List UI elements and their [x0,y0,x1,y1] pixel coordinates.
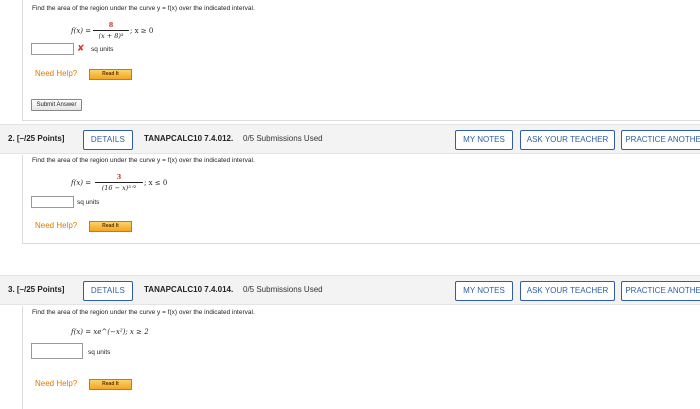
question-3-points: 3. [–/25 Points] [8,285,65,294]
q1-denominator: (x + 8)³ [98,32,124,40]
question-2-my-notes-button[interactable]: MY NOTES [455,130,513,150]
question-3-prompt: Find the area of the region under the cu… [32,309,255,316]
question-3-ask-teacher-button[interactable]: ASK YOUR TEACHER [520,281,615,301]
question-2-points: 2. [–/25 Points] [8,134,65,143]
question-3-card [22,306,700,409]
q1-units: sq units [91,46,114,53]
q3-need-help: Need Help? [35,379,78,388]
submit-answer-button[interactable]: Submit Answer [31,99,82,111]
q1-answer-input[interactable] [31,43,74,55]
question-1-prompt: Find the area of the region under the cu… [32,5,255,12]
q3-read-it-button[interactable]: Read It [89,379,132,390]
q2-denominator: (16 − x)³ᐟ² [101,184,137,192]
incorrect-x-icon: ✘ [77,43,85,53]
q2-read-it-button[interactable]: Read It [89,221,132,232]
q2-function-lhs: f(x) = [71,179,92,187]
question-3-practice-another-button[interactable]: PRACTICE ANOTHER [621,281,700,301]
q1-function-lhs: f(x) = [71,27,92,35]
question-2-details-button[interactable]: DETAILS [83,130,133,150]
q1-condition: ; x ≥ 0 [130,27,154,35]
question-3-my-notes-button[interactable]: MY NOTES [455,281,513,301]
question-2-practice-another-button[interactable]: PRACTICE ANOTHER [621,130,700,150]
question-3-header: 3. [–/25 Points] DETAILS TANAPCALC10 7.4… [0,275,700,305]
q2-answer-input[interactable] [31,196,74,208]
question-3-code: TANAPCALC10 7.4.014. [144,285,234,294]
fraction-bar [93,30,129,31]
question-2-ask-teacher-button[interactable]: ASK YOUR TEACHER [520,130,615,150]
q2-numerator: 3 [116,173,122,181]
q1-fraction: 8 (x + 8)³ [93,21,129,40]
q3-answer-input[interactable] [31,343,83,359]
q2-condition: ; x ≤ 0 [144,179,168,187]
q2-units: sq units [77,199,100,206]
question-2-header: 2. [–/25 Points] DETAILS TANAPCALC10 7.4… [0,124,700,154]
question-3-submissions: 0/5 Submissions Used [243,285,323,294]
q1-read-it-button[interactable]: Read It [89,69,132,80]
q2-need-help: Need Help? [35,221,78,230]
q1-need-help: Need Help? [35,69,78,78]
q2-fraction: 3 (16 − x)³ᐟ² [95,173,143,192]
q3-function: f(x) = xe^(−x²); x ≥ 2 [71,328,149,336]
question-2-code: TANAPCALC10 7.4.012. [144,134,234,143]
question-3-details-button[interactable]: DETAILS [83,281,133,301]
q3-units: sq units [88,349,111,356]
fraction-bar [95,182,143,183]
q1-numerator: 8 [108,21,114,29]
question-2-prompt: Find the area of the region under the cu… [32,157,255,164]
question-1-card [22,0,700,121]
question-2-submissions: 0/5 Submissions Used [243,134,323,143]
